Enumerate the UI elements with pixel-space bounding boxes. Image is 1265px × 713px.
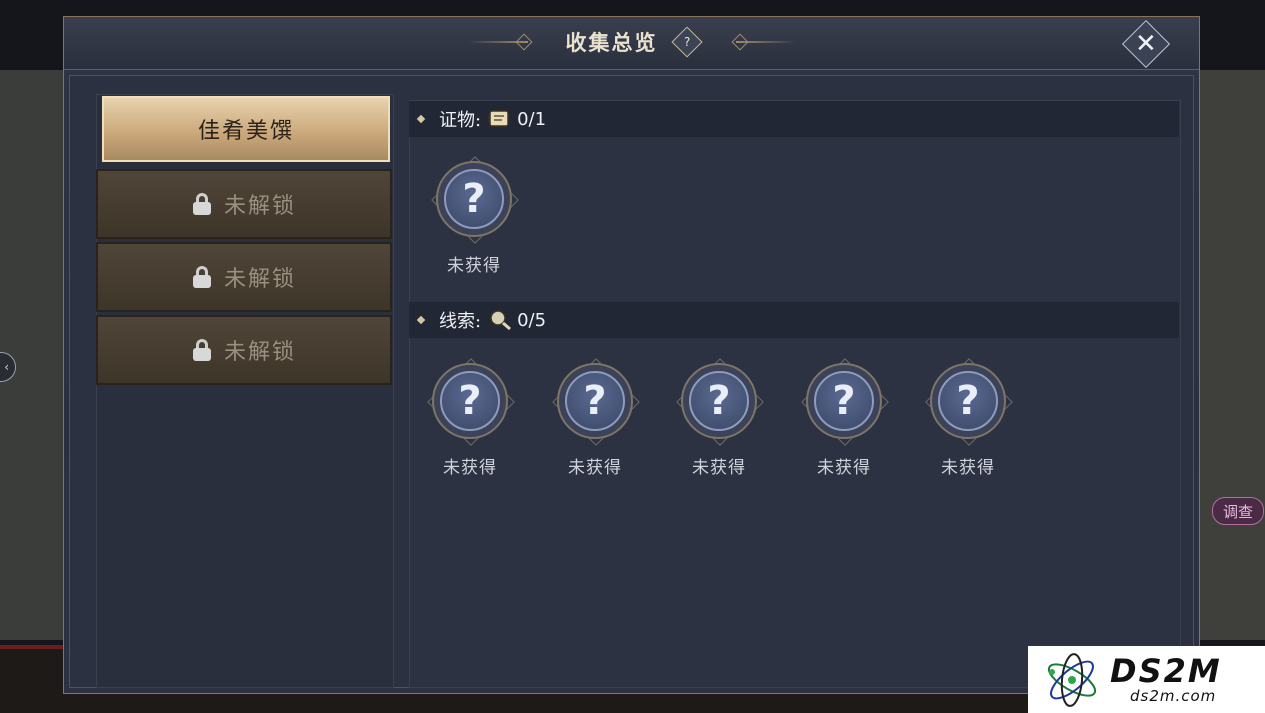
unknown-item-medal: ? [431,156,519,244]
item-status: 未获得 [941,458,995,478]
evidence-count: 0/1 [517,108,547,130]
question-mark-icon: ? [462,176,486,222]
bullet-diamond-icon [416,315,426,325]
clues-label: 线索: [439,311,482,332]
item-status: 未获得 [817,458,871,478]
title-ornament-right [735,41,796,43]
unknown-item-medal: ? [552,358,640,446]
category-tab-label: 未解锁 [223,267,296,292]
background-scene-right [1199,70,1265,640]
title-ornament-left [467,41,528,43]
watermark-brand: DS2M [1110,651,1222,690]
close-icon: ✕ [1135,28,1157,59]
item-status: 未获得 [692,458,746,478]
category-tab-locked[interactable]: 未解锁 [96,315,392,385]
item-status: 未获得 [443,458,497,478]
lock-icon [192,193,212,215]
category-tab-locked[interactable]: 未解锁 [96,242,392,312]
lock-icon [192,339,212,361]
scroll-icon [488,110,509,127]
unknown-item-medal: ? [676,358,764,446]
category-tab-active[interactable]: 佳肴美馔 [102,96,390,162]
atom-logo-icon [1047,652,1097,707]
bullet-diamond-icon [416,114,426,124]
category-tab-label: 未解锁 [223,194,296,219]
title-bar: 收集总览 ? ✕ [64,17,1199,70]
question-mark-icon: ? [956,378,980,424]
page-title: 收集总览 [565,30,658,55]
question-mark-icon: ? [832,378,856,424]
category-tab-locked[interactable]: 未解锁 [96,169,392,239]
category-tab-label: 未解锁 [223,340,296,365]
clues-section-header: 线索: 0/5 [409,302,1179,338]
magnifier-icon [490,310,512,331]
evidence-section-header: 证物: 0/1 [409,101,1179,137]
category-tab-label: 佳肴美馔 [197,119,294,144]
collection-content [409,100,1181,688]
chevron-left-icon: ‹ [4,360,9,374]
evidence-item[interactable]: ? 未获得 [429,156,519,276]
unknown-item-medal: ? [925,358,1013,446]
lock-icon [192,266,212,288]
clue-item[interactable]: ? 未获得 [799,358,889,478]
question-mark-icon: ? [707,378,731,424]
clues-count: 0/5 [517,309,547,331]
unknown-item-medal: ? [427,358,515,446]
collection-overview-panel: 收集总览 ? ✕ 佳肴美馔 未解锁 未解锁 未解锁 证物: 0/1 ? 未获得 … [63,16,1200,694]
background-accent [0,645,70,649]
item-status: 未获得 [568,458,622,478]
clue-item[interactable]: ? 未获得 [425,358,515,478]
investigate-button[interactable]: 调查 [1212,497,1264,525]
question-icon: ? [683,35,690,49]
watermark: DS2M ds2m.com [1028,646,1265,713]
clue-item[interactable]: ? 未获得 [674,358,764,478]
clue-item[interactable]: ? 未获得 [923,358,1013,478]
clue-item[interactable]: ? 未获得 [550,358,640,478]
unknown-item-medal: ? [801,358,889,446]
question-mark-icon: ? [458,378,482,424]
help-button[interactable]: ? [670,26,703,58]
watermark-site: ds2m.com [1130,686,1217,705]
evidence-label: 证物: [439,110,482,131]
item-status: 未获得 [447,256,501,276]
question-mark-icon: ? [583,378,607,424]
